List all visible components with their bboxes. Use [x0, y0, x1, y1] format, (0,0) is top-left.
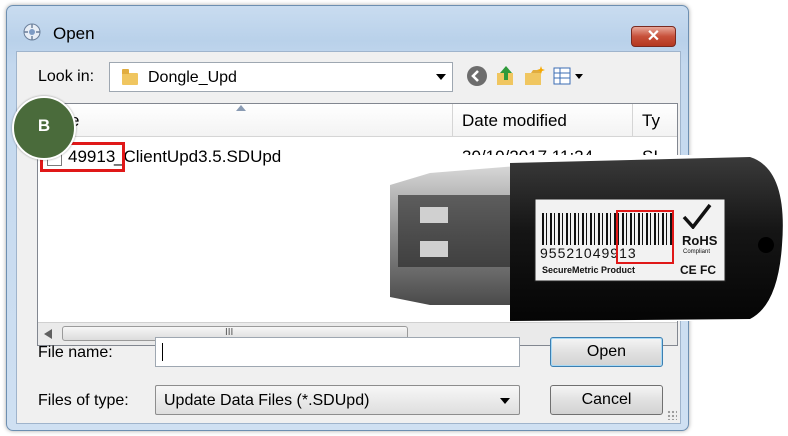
rohs-text: RoHS [682, 233, 718, 248]
checkmark-icon [682, 203, 712, 229]
column-header-name[interactable]: e [38, 104, 453, 137]
cert-marks: CE FC [680, 263, 716, 277]
look-in-value: Dongle_Upd [148, 69, 237, 86]
column-header-type-label: Ty [642, 111, 660, 130]
file-name-input[interactable] [155, 337, 520, 367]
look-in-combo[interactable]: Dongle_Upd [109, 62, 453, 92]
files-of-type-label: Files of type: [38, 392, 129, 409]
title-bar: Open ✕ [7, 6, 688, 50]
column-header-type[interactable]: Ty [633, 104, 677, 137]
up-folder-icon[interactable] [494, 64, 518, 88]
file-name: _ClientUpd3.5.SDUpd [114, 147, 282, 166]
barcode-highlight [616, 210, 674, 264]
close-icon: ✕ [646, 28, 661, 45]
chevron-down-icon [436, 74, 446, 80]
close-button[interactable]: ✕ [631, 26, 676, 47]
text-caret [162, 343, 163, 361]
cancel-button[interactable]: Cancel [550, 385, 663, 415]
dialog-title: Open [53, 24, 95, 43]
column-header-date[interactable]: Date modified [453, 104, 633, 137]
usb-dongle-photo: 95521049913 SecureMetric Product RoHS Co… [390, 155, 788, 321]
chevron-down-icon [500, 398, 510, 404]
column-header-date-label: Date modified [462, 111, 567, 130]
dialog-app-icon [23, 23, 41, 41]
barcode-digits-prefix: 955210 [540, 245, 593, 261]
files-of-type-value: Update Data Files (*.SDUpd) [164, 392, 370, 409]
back-icon[interactable] [465, 64, 489, 88]
files-of-type-select[interactable]: Update Data Files (*.SDUpd) [155, 385, 520, 415]
file-name-label: File name: [38, 344, 113, 361]
annotation-badge-label: B [37, 116, 51, 135]
compliant-text: Compliant [683, 249, 711, 255]
annotation-badge: B [12, 96, 76, 160]
open-button[interactable]: Open [550, 337, 663, 367]
resize-grip-icon[interactable] [667, 410, 677, 420]
scroll-left-icon[interactable] [44, 329, 52, 339]
view-menu-icon[interactable] [551, 64, 587, 88]
folder-icon [122, 69, 138, 85]
new-folder-icon[interactable] [523, 64, 547, 88]
look-in-label: Look in: [38, 68, 95, 85]
sort-up-icon [236, 105, 246, 111]
brand-text: SecureMetric Product [542, 265, 636, 275]
